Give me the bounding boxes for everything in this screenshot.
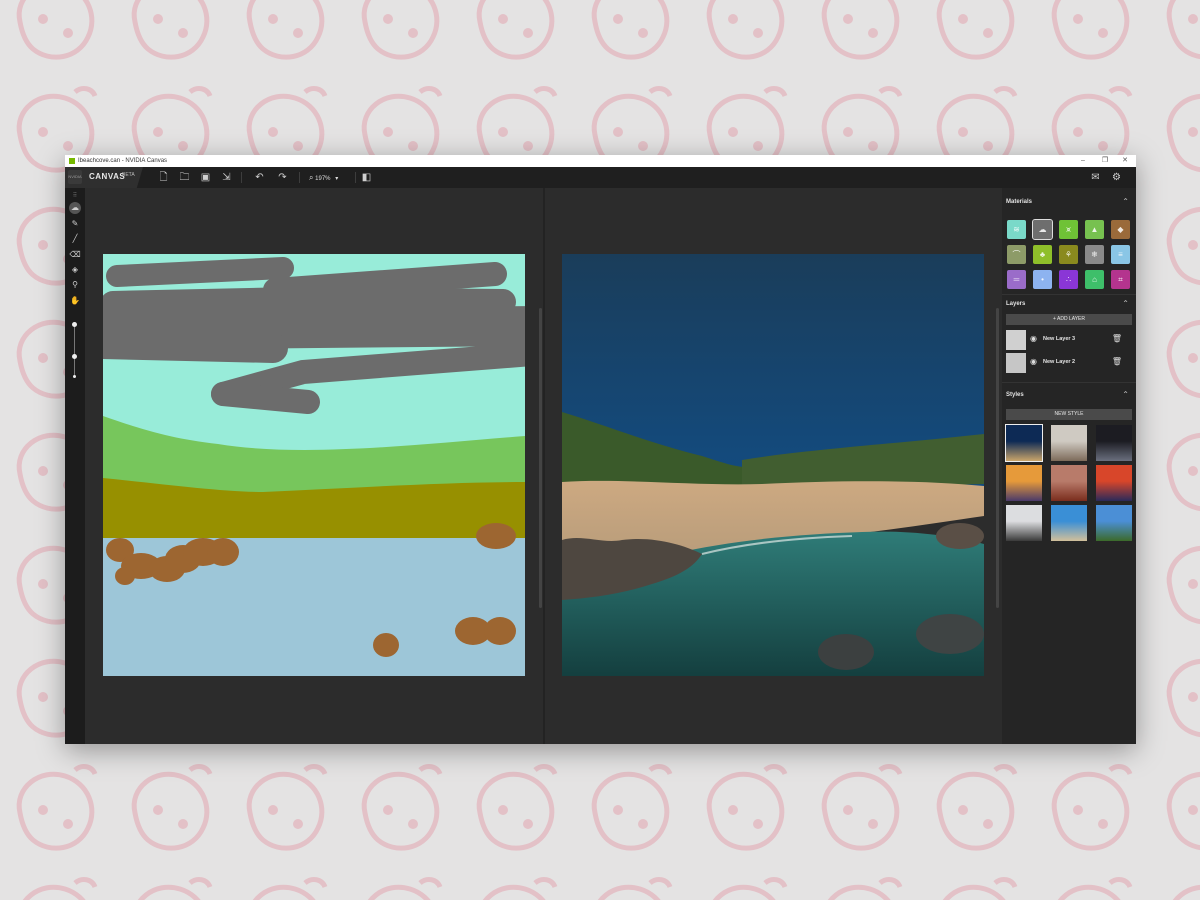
maximize-button[interactable]: ❐ [1094, 155, 1116, 167]
material-cloud-swatch[interactable]: ☁ [1032, 219, 1053, 240]
brush-icon[interactable]: ✎ [69, 218, 81, 230]
brush-opacity-handle[interactable] [72, 354, 77, 359]
new-file-icon[interactable]: 🗋 [157, 171, 170, 184]
tool-strip: ⠿ ☁ ✎ ╱ ⌫ ◈ ⚲ ✋ [65, 188, 85, 744]
material-snow-swatch[interactable]: ❄ [1085, 245, 1104, 264]
panel-separator [1002, 294, 1136, 295]
foreground-rock-2 [916, 614, 984, 654]
styles-collapse-icon[interactable]: ⌃ [1122, 390, 1129, 399]
material-water-swatch[interactable]: ≡ [1111, 245, 1130, 264]
eye-icon[interactable]: ◉ [1030, 334, 1037, 343]
generated-image [562, 254, 984, 676]
new-style-button[interactable]: NEW STYLE [1006, 409, 1132, 420]
material-grass-swatch[interactable]: ⩙ [1059, 220, 1078, 239]
material-sky-swatch[interactable]: • [1033, 270, 1052, 289]
eraser-icon[interactable]: ⌫ [69, 249, 81, 261]
layer-thumbnail [1006, 353, 1026, 373]
material-palm-swatch[interactable]: ⚘ [1059, 245, 1078, 264]
layer-row[interactable]: ◉ New Layer 3 🗑 [1002, 329, 1136, 351]
material-sea-swatch[interactable]: ≋ [1007, 220, 1026, 239]
styles-header: Styles [1006, 392, 1024, 398]
window-title: Ibeachcove.can - NVIDIA Canvas [78, 158, 168, 164]
app-icon [69, 158, 75, 164]
zoom-icon: ⌕ [309, 173, 314, 182]
style-snowy-forest-thumbnail[interactable] [1006, 505, 1042, 541]
close-button[interactable]: ✕ [1114, 155, 1136, 167]
toolbar-separator [299, 172, 300, 183]
material-tree-swatch[interactable]: ♣ [1033, 245, 1052, 264]
right-rocks [936, 523, 984, 549]
brush-size-handle[interactable] [72, 322, 77, 327]
minimize-button[interactable]: – [1072, 155, 1094, 167]
layers-collapse-icon[interactable]: ⌃ [1122, 299, 1129, 308]
undo-icon[interactable]: ↶ [253, 171, 266, 184]
save-icon[interactable]: ▣ [199, 171, 212, 184]
beta-badge: BETA [122, 172, 135, 178]
canvas-divider[interactable] [543, 188, 545, 744]
eyedropper-icon[interactable]: ⚲ [69, 279, 81, 291]
material-mountain-green-swatch[interactable]: ▲ [1085, 220, 1104, 239]
trash-icon[interactable]: 🗑 [1112, 334, 1122, 343]
output-scrollbar[interactable] [996, 308, 999, 608]
app-window: Ibeachcove.can - NVIDIA Canvas – ❐ ✕ NVI… [65, 155, 1136, 744]
style-alpine-lake-thumbnail[interactable] [1096, 505, 1132, 541]
panel-separator [1002, 382, 1136, 383]
style-sunset-lake-thumbnail[interactable] [1006, 465, 1042, 501]
title-bar: Ibeachcove.can - NVIDIA Canvas – ❐ ✕ [65, 155, 1136, 167]
style-sunset-sea-thumbnail[interactable] [1096, 465, 1132, 501]
nvidia-logo: NVIDIA [68, 170, 82, 184]
materials-collapse-icon[interactable]: ⌃ [1122, 197, 1129, 206]
brush-size-slider[interactable] [74, 326, 75, 378]
zoom-control[interactable]: ⌕ 197% ▾ [309, 171, 353, 184]
canvas-area [85, 188, 1002, 744]
open-folder-icon[interactable]: 🗀 [178, 171, 191, 184]
feedback-icon[interactable]: ✉ [1089, 171, 1102, 184]
paint-canvas[interactable] [103, 254, 525, 676]
foreground-rock-1 [818, 634, 874, 670]
export-icon[interactable]: ⇲ [220, 171, 233, 184]
material-tool-icon[interactable]: ☁ [69, 202, 81, 214]
logo-block: NVIDIA CANVAS BETA [65, 167, 143, 188]
trash-icon[interactable]: 🗑 [1112, 357, 1122, 366]
material-flowers-swatch[interactable]: ∴ [1059, 270, 1078, 289]
layer-name: New Layer 2 [1043, 359, 1076, 365]
toolbar-separator [355, 172, 356, 183]
style-blue-hour-coast-thumbnail[interactable] [1005, 424, 1043, 462]
toolbar-separator [241, 172, 242, 183]
material-house-swatch[interactable]: ⌂ [1085, 270, 1104, 289]
layers-header: Layers [1006, 301, 1026, 307]
materials-header: Materials [1006, 199, 1033, 205]
grip-icon: ⠿ [72, 193, 78, 199]
material-road-swatch[interactable]: ═ [1007, 270, 1026, 289]
toolbar: NVIDIA CANVAS BETA 🗋 🗀 ▣ ⇲ ↶ ↷ ⌕ 197% ▾ … [65, 167, 1136, 188]
app-name: CANVAS [89, 172, 126, 181]
right-panel: Materials ⌃ ≋ ☁ ⩙ ▲ ◆ ⌒ ♣ ⚘ ❄ ≡ ═ • ∴ ⌂ ⌗ Layers ⌃ + A… [1002, 188, 1136, 744]
hand-icon[interactable]: ✋ [69, 295, 81, 307]
eye-icon[interactable]: ◉ [1030, 357, 1037, 366]
chevron-down-icon: ▾ [335, 176, 339, 182]
gear-icon[interactable]: ⚙ [1110, 171, 1123, 184]
redo-icon[interactable]: ↷ [276, 171, 289, 184]
slider-min-dot [73, 375, 76, 378]
layer-row[interactable]: ◉ New Layer 2 🗑 [1002, 352, 1136, 374]
material-rock-swatch[interactable]: ◆ [1111, 220, 1130, 239]
style-misty-peak-thumbnail[interactable] [1051, 425, 1087, 461]
layer-thumbnail [1006, 330, 1026, 350]
line-icon[interactable]: ╱ [69, 233, 81, 245]
fill-bucket-icon[interactable]: ◈ [69, 264, 81, 276]
style-cave-arch-thumbnail[interactable] [1096, 425, 1132, 461]
layer-name: New Layer 3 [1043, 336, 1076, 342]
zoom-value: 197% [315, 176, 331, 182]
material-bridge-swatch[interactable]: ⌗ [1111, 270, 1130, 289]
material-hill-swatch[interactable]: ⌒ [1007, 245, 1026, 264]
style-red-canyon-thumbnail[interactable] [1051, 465, 1087, 501]
paint-scrollbar[interactable] [539, 308, 542, 608]
style-tropical-beach-thumbnail[interactable] [1051, 505, 1087, 541]
split-view-icon[interactable]: ◧ [360, 171, 373, 184]
add-layer-button[interactable]: + ADD LAYER [1006, 314, 1132, 325]
